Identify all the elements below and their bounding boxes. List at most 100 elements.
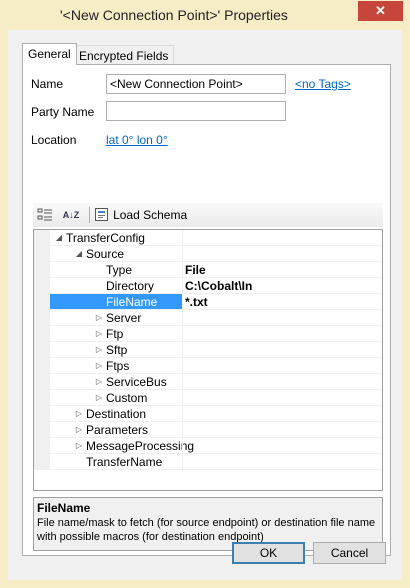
property-row[interactable]: ▷ Sftp — [34, 342, 382, 358]
row-gutter — [34, 246, 50, 262]
window-title: '<New Connection Point>' Properties — [60, 7, 288, 23]
general-tab-panel: Name <New Connection Point> <no Tags> Pa… — [22, 64, 391, 556]
location-link[interactable]: lat 0° lon 0° — [106, 133, 168, 147]
property-name-cell[interactable]: ▷ Parameters — [50, 422, 182, 438]
property-name-cell[interactable]: ▷ Server — [50, 310, 182, 326]
row-gutter — [34, 390, 50, 406]
description-text: File name/mask to fetch (for source endp… — [37, 517, 376, 543]
expand-arrow-icon[interactable]: ▷ — [94, 374, 104, 390]
property-row[interactable]: ▷ Ftps — [34, 358, 382, 374]
party-name-field[interactable] — [106, 101, 286, 121]
property-name: MessageProcessing — [86, 439, 195, 453]
property-value-cell[interactable] — [183, 358, 382, 374]
property-row[interactable]: ◢ TransferConfig — [34, 230, 382, 246]
property-name: TransferConfig — [66, 231, 145, 245]
expand-arrow-icon[interactable]: ▷ — [74, 406, 84, 422]
close-button[interactable]: ✕ — [358, 1, 403, 21]
row-gutter — [34, 342, 50, 358]
property-value-cell[interactable] — [183, 422, 382, 438]
property-row[interactable]: TransferName — [34, 454, 382, 470]
property-name: Sftp — [106, 343, 128, 357]
property-name-cell[interactable]: Directory — [50, 278, 182, 294]
property-name: Ftp — [106, 327, 124, 341]
property-row[interactable]: ◢ Source — [34, 246, 382, 262]
title-bar[interactable]: '<New Connection Point>' Properties ✕ — [0, 0, 410, 30]
expand-arrow-icon[interactable]: ▷ — [74, 438, 84, 454]
property-name: Parameters — [86, 423, 149, 437]
property-row[interactable]: FileName *.txt — [34, 294, 382, 310]
property-value-cell[interactable] — [183, 454, 382, 470]
property-row[interactable]: ▷ ServiceBus — [34, 374, 382, 390]
alphabetical-sort-icon[interactable]: A↓Z — [59, 207, 83, 223]
expand-arrow-icon[interactable]: ▷ — [74, 422, 84, 438]
property-name-cell[interactable]: TransferName — [50, 454, 182, 470]
tab-encrypted-fields[interactable]: Encrypted Fields — [73, 45, 175, 65]
cancel-button[interactable]: Cancel — [313, 542, 386, 564]
property-value-cell[interactable] — [183, 326, 382, 342]
expand-arrow-icon[interactable]: ▷ — [94, 326, 104, 342]
property-value: C:\Cobalt\In — [185, 279, 253, 293]
property-name-cell[interactable]: ▷ MessageProcessing — [50, 438, 194, 454]
property-row[interactable]: ▷ Server — [34, 310, 382, 326]
property-name-cell[interactable]: ▷ Sftp — [50, 342, 182, 358]
name-field[interactable]: <New Connection Point> — [106, 74, 286, 94]
property-value-cell[interactable] — [183, 406, 382, 422]
property-name-cell[interactable]: Type — [50, 262, 182, 278]
row-gutter — [34, 454, 50, 470]
property-row[interactable]: Directory C:\Cobalt\In — [34, 278, 382, 294]
property-value-cell[interactable] — [183, 374, 382, 390]
row-gutter — [34, 294, 50, 310]
property-name-cell[interactable]: ▷ Custom — [50, 390, 182, 406]
property-value-cell[interactable] — [183, 246, 382, 262]
load-schema-button[interactable]: Load Schema — [95, 207, 205, 223]
property-value-cell[interactable] — [183, 294, 382, 310]
property-row[interactable]: ▷ Custom — [34, 390, 382, 406]
property-name-cell[interactable]: ▷ Ftp — [50, 326, 182, 342]
description-title: FileName — [37, 501, 91, 515]
property-row[interactable]: ▷ Ftp — [34, 326, 382, 342]
expand-arrow-icon[interactable]: ▷ — [94, 310, 104, 326]
categorized-icon[interactable] — [37, 207, 53, 223]
tab-general-label: General — [28, 47, 71, 61]
expand-arrow-icon[interactable]: ▷ — [94, 358, 104, 374]
toolbar-separator — [89, 207, 90, 223]
property-name: Type — [106, 263, 133, 277]
row-gutter — [34, 326, 50, 342]
dialog-client-area: General Encrypted Fields Name <New Conne… — [8, 30, 402, 580]
expand-arrow-icon[interactable]: ▷ — [94, 342, 104, 358]
property-grid[interactable]: ◢ TransferConfig ◢ Source Type File Directory C… — [33, 229, 383, 491]
property-value-cell[interactable] — [183, 438, 382, 454]
property-name: Server — [106, 311, 142, 325]
expand-arrow-icon[interactable]: ▷ — [94, 390, 104, 406]
tab-general[interactable]: General — [22, 43, 77, 65]
tags-link[interactable]: <no Tags> — [295, 77, 351, 91]
property-name: TransferName — [86, 455, 163, 469]
property-name: FileName — [106, 295, 158, 309]
property-name-cell[interactable]: ▷ Ftps — [50, 358, 182, 374]
load-schema-label: Load Schema — [113, 208, 188, 222]
property-name-cell[interactable]: ▷ ServiceBus — [50, 374, 182, 390]
property-value: *.txt — [185, 295, 208, 309]
property-name: Source — [86, 247, 125, 261]
property-name-cell[interactable]: ▷ Destination — [50, 406, 182, 422]
property-row[interactable]: ▷ MessageProcessing — [34, 438, 382, 454]
property-row[interactable]: ▷ Destination — [34, 406, 382, 422]
collapse-arrow-icon[interactable]: ◢ — [74, 246, 84, 262]
property-name: Ftps — [106, 359, 130, 373]
property-row[interactable]: ▷ Parameters — [34, 422, 382, 438]
ok-button[interactable]: OK — [232, 542, 305, 564]
collapse-arrow-icon[interactable]: ◢ — [54, 230, 64, 246]
property-value-cell[interactable] — [183, 342, 382, 358]
property-row[interactable]: Type File — [34, 262, 382, 278]
party-name-label: Party Name — [31, 105, 95, 119]
property-value-cell[interactable] — [183, 230, 382, 246]
property-name: Custom — [106, 391, 148, 405]
property-value-cell[interactable] — [183, 310, 382, 326]
property-name: ServiceBus — [106, 375, 167, 389]
property-value-cell[interactable] — [183, 262, 382, 278]
row-gutter — [34, 358, 50, 374]
property-value-cell[interactable] — [183, 390, 382, 406]
property-name-cell[interactable]: ◢ Source — [50, 246, 182, 262]
property-name-cell[interactable]: ◢ TransferConfig — [50, 230, 182, 246]
property-name-cell[interactable]: FileName — [50, 294, 182, 310]
